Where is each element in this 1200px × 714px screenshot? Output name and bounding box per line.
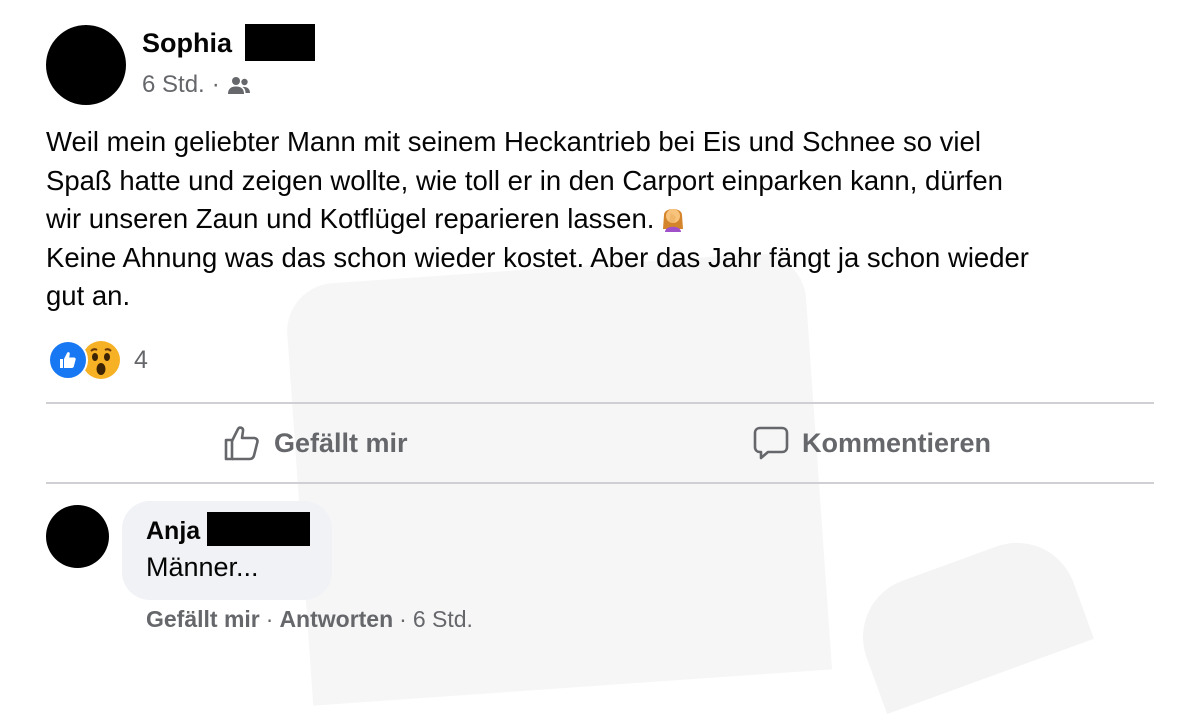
post-meta: 6 Std. · xyxy=(142,71,251,99)
comment-timestamp[interactable]: 6 Std. xyxy=(413,606,473,633)
redacted-surname xyxy=(245,24,315,61)
post-text-line: Weil mein geliebter Mann mit seinem Heck… xyxy=(46,126,981,157)
reaction-count[interactable]: 4 xyxy=(134,346,148,375)
reaction-summary[interactable]: 4 xyxy=(48,340,148,380)
post-timestamp[interactable]: 6 Std. xyxy=(142,71,205,99)
post-text-span: wir unseren Zaun und Kotflügel repariere… xyxy=(46,203,655,234)
like-reaction-icon xyxy=(48,340,88,380)
friends-icon[interactable] xyxy=(227,75,251,95)
comment-action-separator: · xyxy=(265,606,274,632)
like-button-label: Gefällt mir xyxy=(274,427,408,458)
comment-button[interactable]: Kommentieren xyxy=(752,420,991,466)
post-text-line: Keine Ahnung was das schon wieder kostet… xyxy=(46,241,1029,273)
comment-button-label: Kommentieren xyxy=(802,427,992,458)
post-author-name[interactable]: Sophia xyxy=(142,28,232,59)
background-watermark xyxy=(283,250,833,706)
post-text-line: gut an. xyxy=(46,280,131,311)
comment-author-name[interactable]: Anja xyxy=(146,517,200,546)
thumbs-up-icon xyxy=(224,426,259,461)
comment-action-separator: · xyxy=(399,606,407,632)
background-watermark-2 xyxy=(846,525,1094,714)
facepalm-emoji-icon xyxy=(658,203,688,233)
meta-separator: · xyxy=(211,71,220,98)
like-button[interactable]: Gefällt mir xyxy=(222,420,408,466)
redacted-surname xyxy=(207,512,310,546)
divider xyxy=(46,482,1154,484)
comment-like-button[interactable]: Gefällt mir xyxy=(146,606,260,633)
comment-text: Männer... xyxy=(146,552,259,582)
divider xyxy=(46,402,1154,404)
comment-author-avatar[interactable] xyxy=(46,505,109,568)
comment-reply-button[interactable]: Antworten xyxy=(279,606,393,633)
comment-bubble-icon xyxy=(753,426,789,460)
post-text: Weil mein geliebter Mann mit seinem Heck… xyxy=(46,123,1156,316)
comment-actions: Gefällt mir · Antworten · 6 Std. xyxy=(146,606,473,633)
post-author-avatar[interactable] xyxy=(46,25,126,105)
post-text-line: wir unseren Zaun und Kotflügel repariere… xyxy=(46,200,1156,239)
post-text-line: Spaß hatte und zeigen wollte, wie toll e… xyxy=(46,164,1003,196)
